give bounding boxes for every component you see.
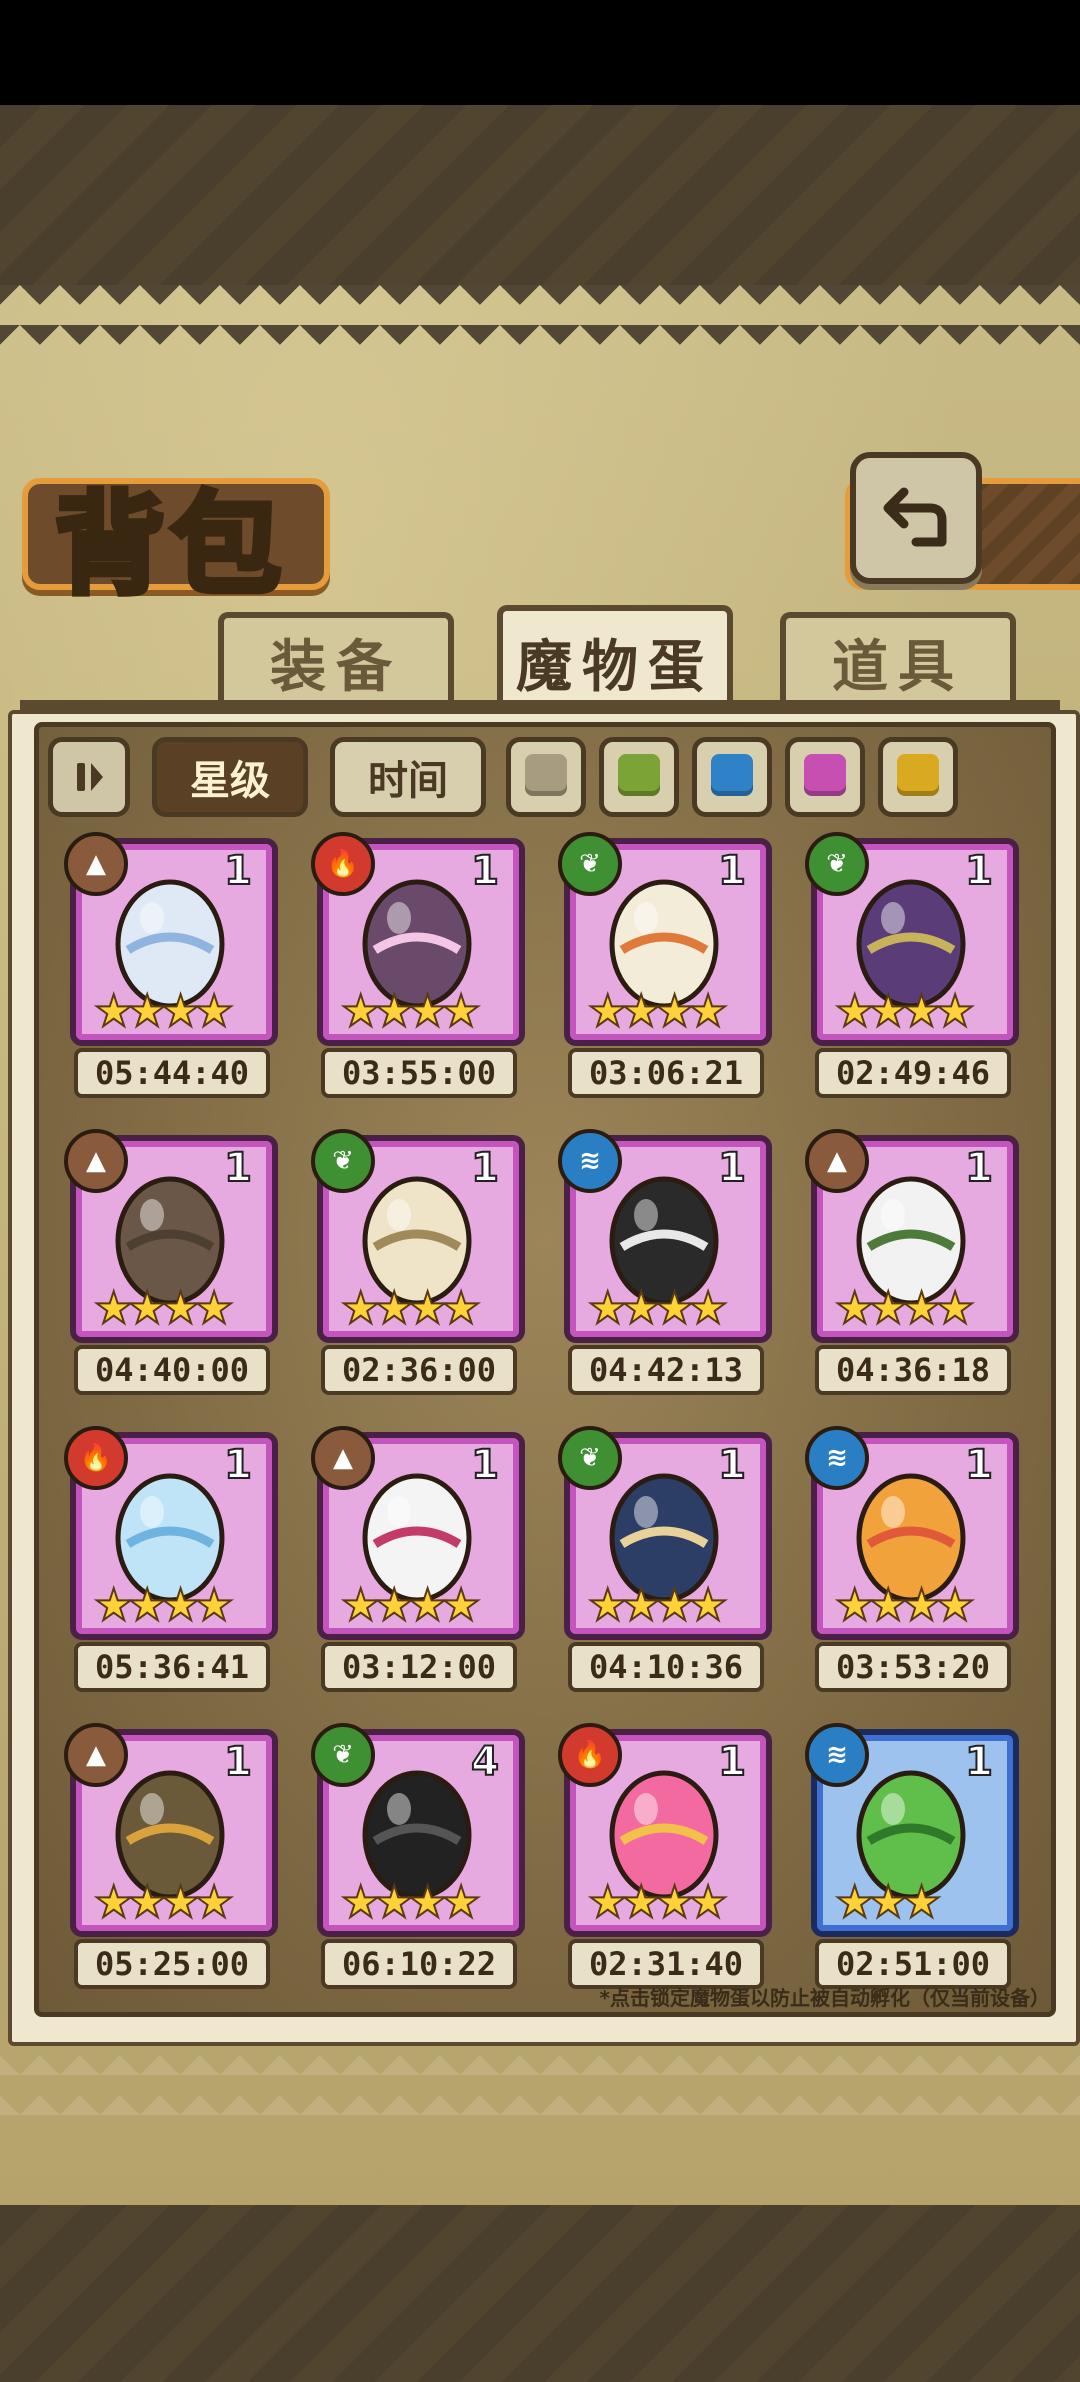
star-rating: ★★★★ bbox=[93, 1876, 235, 1929]
status-bar bbox=[0, 0, 1080, 105]
egg-card[interactable]: ❦ 1 ★★★★ 04:10:36 bbox=[558, 1426, 772, 1692]
star-rating: ★★★★ bbox=[93, 985, 235, 1038]
star-rating: ★★★★ bbox=[834, 1282, 976, 1335]
egg-card[interactable]: ≋ 1 ★★★★ 04:42:13 bbox=[558, 1129, 772, 1395]
star-rating: ★★★★ bbox=[834, 1579, 976, 1632]
star-rating: ★★★★ bbox=[340, 1579, 482, 1632]
nature-element-icon: ❦ bbox=[558, 1426, 622, 1490]
earth-element-icon: ▲ bbox=[64, 832, 128, 896]
egg-card[interactable]: 🔥 1 ★★★★ 05:36:41 bbox=[64, 1426, 278, 1692]
star-rating: ★★★★ bbox=[587, 985, 729, 1038]
egg-card[interactable]: 🔥 1 ★★★★ 02:31:40 bbox=[558, 1723, 772, 1989]
filter-green[interactable] bbox=[599, 737, 679, 817]
egg-count: 4 bbox=[470, 1738, 500, 1786]
earth-element-icon: ▲ bbox=[805, 1129, 869, 1193]
egg-card[interactable]: ▲ 1 ★★★★ 04:40:00 bbox=[64, 1129, 278, 1395]
hatch-timer: 02:49:46 bbox=[815, 1048, 1011, 1098]
egg-count: 1 bbox=[717, 847, 747, 895]
fire-element-icon: 🔥 bbox=[311, 832, 375, 896]
hatch-timer: 05:36:41 bbox=[74, 1642, 270, 1692]
egg-card[interactable]: ❦ 1 ★★★★ 02:36:00 bbox=[311, 1129, 525, 1395]
egg-count: 1 bbox=[470, 847, 500, 895]
hatch-timer: 04:10:36 bbox=[568, 1642, 764, 1692]
torn-edge-bottom bbox=[0, 2055, 1080, 2115]
water-element-icon: ≋ bbox=[805, 1426, 869, 1490]
star-rating: ★★★★ bbox=[93, 1579, 235, 1632]
star-rating: ★★★★ bbox=[587, 1282, 729, 1335]
egg-card[interactable]: ❦ 1 ★★★★ 03:06:21 bbox=[558, 832, 772, 1098]
hatch-timer: 05:25:00 bbox=[74, 1939, 270, 1989]
star-rating: ★★★★ bbox=[340, 1876, 482, 1929]
egg-card[interactable]: ▲ 1 ★★★★ 03:12:00 bbox=[311, 1426, 525, 1692]
egg-count: 1 bbox=[223, 1441, 253, 1489]
fire-element-icon: 🔥 bbox=[558, 1723, 622, 1787]
egg-card[interactable]: ▲ 1 ★★★★ 04:36:18 bbox=[805, 1129, 1019, 1395]
water-element-icon: ≋ bbox=[805, 1723, 869, 1787]
egg-count: 1 bbox=[964, 1738, 994, 1786]
map-background-bottom bbox=[0, 2205, 1080, 2382]
tab-monster-eggs[interactable]: 魔物蛋 bbox=[497, 605, 733, 713]
filter-blue[interactable] bbox=[692, 737, 772, 817]
earth-element-icon: ▲ bbox=[64, 1723, 128, 1787]
star-rating: ★★★★ bbox=[340, 1282, 482, 1335]
filter-purple[interactable] bbox=[785, 737, 865, 817]
egg-count: 1 bbox=[964, 847, 994, 895]
egg-count: 1 bbox=[223, 1738, 253, 1786]
sort-by-time-button[interactable]: 时间 bbox=[330, 737, 486, 817]
sort-order-toggle[interactable] bbox=[48, 737, 130, 817]
pause-sort-icon bbox=[77, 763, 103, 791]
star-rating: ★★★★ bbox=[587, 1876, 729, 1929]
star-rating: ★★★★ bbox=[587, 1579, 729, 1632]
back-button[interactable] bbox=[850, 452, 982, 584]
hatch-timer: 03:06:21 bbox=[568, 1048, 764, 1098]
star-rating: ★★★ bbox=[834, 1876, 942, 1929]
return-arrow-icon bbox=[883, 487, 947, 547]
nature-element-icon: ❦ bbox=[311, 1723, 375, 1787]
egg-count: 1 bbox=[470, 1144, 500, 1192]
egg-card[interactable]: ❦ 4 ★★★★ 06:10:22 bbox=[311, 1723, 525, 1989]
egg-count: 1 bbox=[964, 1441, 994, 1489]
hatch-timer: 06:10:22 bbox=[321, 1939, 517, 1989]
hatch-timer: 02:36:00 bbox=[321, 1345, 517, 1395]
lock-hint-footnote: *点击锁定魔物蛋以防止被自动孵化（仅当前设备） bbox=[599, 1986, 1050, 2010]
egg-count: 1 bbox=[470, 1441, 500, 1489]
hatch-timer: 04:40:00 bbox=[74, 1345, 270, 1395]
fire-element-icon: 🔥 bbox=[64, 1426, 128, 1490]
nature-element-icon: ❦ bbox=[558, 832, 622, 896]
hatch-timer: 05:44:40 bbox=[74, 1048, 270, 1098]
filter-gold[interactable] bbox=[878, 737, 958, 817]
sort-by-star-button[interactable]: 星级 bbox=[152, 737, 308, 817]
egg-count: 1 bbox=[717, 1441, 747, 1489]
hatch-timer: 03:12:00 bbox=[321, 1642, 517, 1692]
hatch-timer: 04:36:18 bbox=[815, 1345, 1011, 1395]
earth-element-icon: ▲ bbox=[311, 1426, 375, 1490]
egg-card[interactable]: ▲ 1 ★★★★ 05:25:00 bbox=[64, 1723, 278, 1989]
egg-count: 1 bbox=[717, 1738, 747, 1786]
torn-edge-top bbox=[0, 285, 1080, 345]
egg-card[interactable]: ≋ 1 ★★★ 02:51:00 bbox=[805, 1723, 1019, 1989]
star-rating: ★★★★ bbox=[834, 985, 976, 1038]
page-title: 背包 bbox=[52, 477, 287, 612]
egg-count: 1 bbox=[717, 1144, 747, 1192]
egg-count: 1 bbox=[223, 847, 253, 895]
star-rating: ★★★★ bbox=[340, 985, 482, 1038]
earth-element-icon: ▲ bbox=[64, 1129, 128, 1193]
egg-count: 1 bbox=[223, 1144, 253, 1192]
map-background-top bbox=[0, 105, 1080, 285]
egg-card[interactable]: ❦ 1 ★★★★ 02:49:46 bbox=[805, 832, 1019, 1098]
hatch-timer: 03:53:20 bbox=[815, 1642, 1011, 1692]
filter-gray[interactable] bbox=[506, 737, 586, 817]
star-rating: ★★★★ bbox=[93, 1282, 235, 1335]
hatch-timer: 04:42:13 bbox=[568, 1345, 764, 1395]
tab-items[interactable]: 道具 bbox=[780, 612, 1016, 706]
egg-card[interactable]: ▲ 1 ★★★★ 05:44:40 bbox=[64, 832, 278, 1098]
nature-element-icon: ❦ bbox=[311, 1129, 375, 1193]
egg-card[interactable]: ≋ 1 ★★★★ 03:53:20 bbox=[805, 1426, 1019, 1692]
egg-count: 1 bbox=[964, 1144, 994, 1192]
hatch-timer: 03:55:00 bbox=[321, 1048, 517, 1098]
egg-card[interactable]: 🔥 1 ★★★★ 03:55:00 bbox=[311, 832, 525, 1098]
water-element-icon: ≋ bbox=[558, 1129, 622, 1193]
tab-equipment[interactable]: 装备 bbox=[218, 612, 454, 706]
nature-element-icon: ❦ bbox=[805, 832, 869, 896]
